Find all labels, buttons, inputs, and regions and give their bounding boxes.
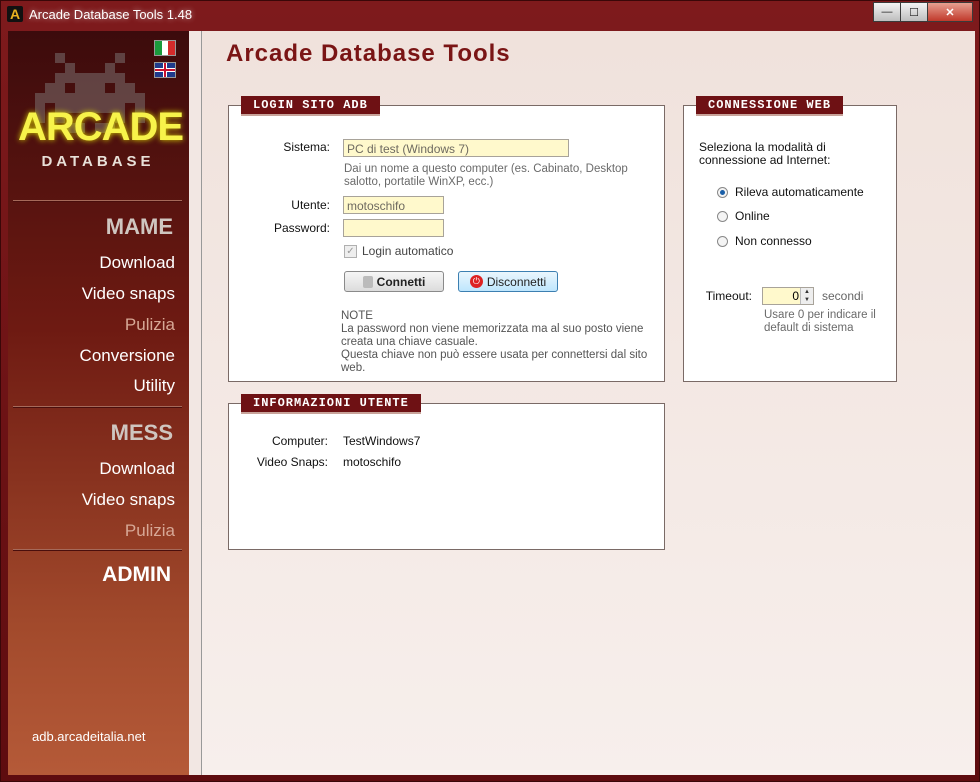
video-snaps-label: Video Snaps:	[256, 455, 328, 469]
sidebar-item-mame-utility[interactable]: Utility	[133, 376, 175, 396]
password-label: Password:	[273, 221, 330, 235]
sistema-label: Sistema:	[283, 140, 330, 154]
password-field[interactable]	[343, 219, 444, 237]
timeout-stepper[interactable]: 0 ▲ ▼	[762, 287, 814, 305]
note-line-2: Questa chiave non può essere usata per c…	[341, 349, 648, 374]
main-content: Arcade Database Tools LOGIN SITO ADB Sis…	[201, 31, 975, 775]
sidebar-divider	[13, 406, 182, 408]
auto-login-label: Login automatico	[362, 244, 454, 258]
italian-flag-icon[interactable]	[154, 40, 176, 56]
site-link[interactable]: adb.arcadeitalia.net	[32, 729, 145, 744]
auto-login-checkbox[interactable]: ✓	[344, 245, 357, 258]
radio-non-connesso-label[interactable]: Non connesso	[735, 234, 812, 248]
radio-online-label[interactable]: Online	[735, 209, 770, 223]
sidebar-item-mame-download[interactable]: Download	[99, 253, 175, 273]
power-icon: ⏻	[469, 275, 483, 288]
sidebar-item-mess-video-snaps[interactable]: Video snaps	[82, 490, 175, 510]
window-title: Arcade Database Tools 1.48	[29, 7, 193, 22]
logo-arcade: ARCADE	[18, 105, 184, 149]
radio-non-connesso[interactable]	[717, 236, 728, 247]
sidebar-divider	[13, 200, 182, 202]
connect-button[interactable]: Connetti	[344, 271, 444, 292]
window-controls: — ☐ ✕	[873, 2, 973, 22]
radio-online[interactable]	[717, 211, 728, 222]
computer-label: Computer:	[271, 434, 328, 448]
lock-icon	[362, 275, 373, 288]
logo-database: DATABASE	[41, 153, 155, 170]
utente-field[interactable]: motoschifo	[343, 196, 444, 214]
timeout-unit: secondi	[822, 289, 864, 303]
connect-button-label: Connetti	[376, 274, 426, 289]
timeout-hint: Usare 0 per indicare il default di siste…	[764, 309, 876, 334]
sidebar-item-admin[interactable]: ADMIN	[102, 563, 171, 587]
close-button[interactable]: ✕	[927, 2, 973, 22]
sidebar-item-mame-conversione[interactable]: Conversione	[80, 346, 175, 366]
page-title: Arcade Database Tools	[226, 40, 511, 67]
uk-flag-icon[interactable]	[154, 62, 176, 78]
disconnect-button-label: Disconnetti	[486, 274, 547, 289]
maximize-button[interactable]: ☐	[900, 2, 928, 22]
stepper-arrows-icon[interactable]: ▲ ▼	[800, 288, 813, 304]
app-icon: A	[7, 6, 23, 22]
user-info-panel: INFORMAZIONI UTENTE Computer: TestWindow…	[228, 394, 665, 550]
web-connection-panel: CONNESSIONE WEB Seleziona la modalità di…	[683, 96, 897, 382]
section-title-mame: MAME	[105, 214, 173, 239]
sistema-field[interactable]: PC di test (Windows 7)	[343, 139, 569, 157]
radio-rileva-label[interactable]: Rileva automaticamente	[735, 185, 864, 199]
sidebar-item-mame-video-snaps[interactable]: Video snaps	[82, 284, 175, 304]
sidebar: ARCADE DATABASE MAME Download Video snap…	[8, 31, 189, 775]
sidebar-divider	[13, 549, 182, 551]
disconnect-button[interactable]: ⏻ Disconnetti	[458, 271, 558, 292]
computer-value: TestWindows7	[343, 434, 421, 448]
minimize-button[interactable]: —	[873, 2, 901, 22]
login-panel-header: LOGIN SITO ADB	[241, 96, 380, 116]
sidebar-gap	[189, 31, 201, 775]
sidebar-item-mess-pulizia[interactable]: Pulizia	[125, 521, 175, 541]
timeout-value: 0	[792, 289, 799, 303]
radio-rileva[interactable]	[717, 187, 728, 198]
web-description: Seleziona la modalità di connessione ad …	[699, 140, 831, 167]
note-title: NOTE	[341, 310, 373, 322]
note-line-1: La password non viene memorizzata ma al …	[341, 323, 644, 348]
sidebar-item-mess-download[interactable]: Download	[99, 459, 175, 479]
sistema-hint: Dai un nome a questo computer (es. Cabin…	[344, 163, 628, 188]
user-info-header: INFORMAZIONI UTENTE	[241, 394, 421, 414]
web-connection-header: CONNESSIONE WEB	[696, 96, 844, 116]
app-window: A Arcade Database Tools 1.48 — ☐ ✕ ARCAD…	[0, 0, 980, 782]
login-panel: LOGIN SITO ADB Sistema: PC di test (Wind…	[228, 96, 665, 382]
timeout-label: Timeout:	[705, 289, 752, 303]
sidebar-item-mame-pulizia[interactable]: Pulizia	[125, 315, 175, 335]
utente-label: Utente:	[291, 198, 330, 212]
section-title-mess: MESS	[110, 420, 173, 445]
video-snaps-value: motoschifo	[343, 455, 402, 469]
client-area: ARCADE DATABASE MAME Download Video snap…	[8, 31, 975, 775]
title-bar[interactable]: A Arcade Database Tools 1.48 — ☐ ✕	[1, 1, 979, 29]
